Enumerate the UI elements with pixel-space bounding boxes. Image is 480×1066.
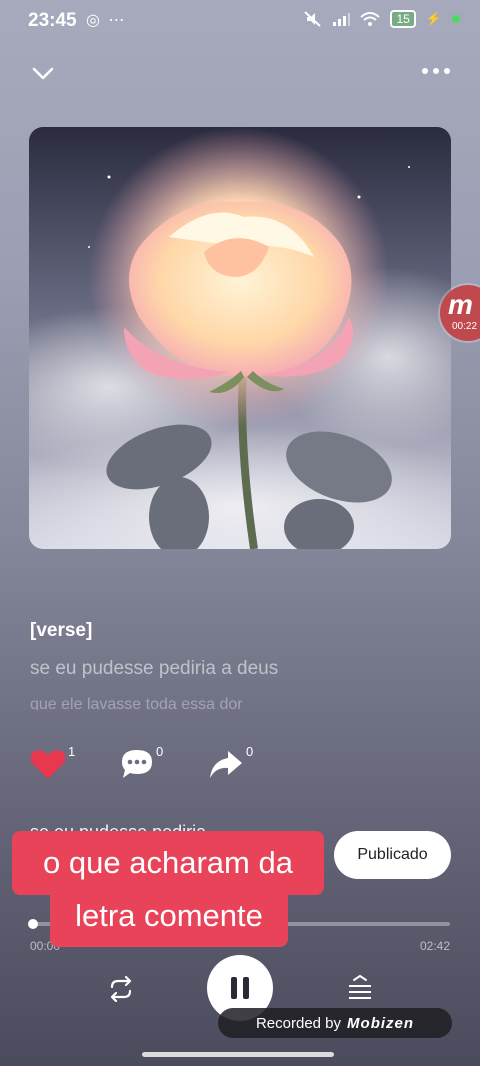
share-count: 0 [246, 744, 254, 759]
progress-thumb[interactable] [28, 919, 38, 929]
more-horizontal-icon[interactable] [422, 64, 450, 78]
battery-indicator: 15 [390, 10, 416, 28]
signal-icon [333, 13, 351, 26]
comment-icon [122, 750, 152, 778]
published-button[interactable]: Publicado [334, 831, 451, 879]
privacy-dot [452, 15, 460, 23]
pause-icon [231, 977, 237, 999]
status-left-icons: ◎ ⋯ [86, 10, 124, 30]
charging-icon: ⚡ [425, 11, 442, 26]
home-indicator[interactable] [142, 1052, 334, 1057]
comment-button[interactable]: 0 [120, 744, 163, 780]
comment-count: 0 [156, 744, 164, 759]
like-button[interactable]: 1 [30, 744, 75, 780]
repeat-icon[interactable] [106, 974, 136, 1004]
album-artwork [29, 127, 451, 549]
recorder-label: Recorded by [255, 1014, 342, 1032]
time-total: 02:42 [419, 939, 450, 953]
recorder-timer: 00:22 [452, 321, 478, 332]
caption-line-2: letra comente [50, 885, 288, 947]
share-icon [210, 751, 242, 778]
recorder-logo: m [448, 289, 473, 320]
more-dots-icon: ⋯ [108, 12, 125, 29]
chevron-down-icon[interactable] [30, 60, 56, 86]
status-right: 15 ⚡ [304, 10, 460, 28]
wifi-icon [360, 12, 381, 26]
whatsapp-icon: ◎ [86, 12, 100, 29]
mute-icon [304, 11, 322, 27]
status-time: 23:45 [28, 10, 77, 31]
lyrics-current-line: se eu pudesse pediria a deus [30, 658, 279, 679]
queue-icon[interactable] [346, 974, 374, 1002]
heart-icon [30, 750, 66, 779]
share-button[interactable]: 0 [208, 744, 253, 780]
lyrics-next-line: que ele lavasse toda essa dor [30, 696, 243, 710]
lyrics-section-tag: [verse] [30, 620, 93, 641]
recorder-watermark: Recorded by Mobizen [218, 1008, 452, 1038]
recorder-brand: Mobizen [347, 1014, 415, 1032]
like-count: 1 [68, 744, 76, 759]
